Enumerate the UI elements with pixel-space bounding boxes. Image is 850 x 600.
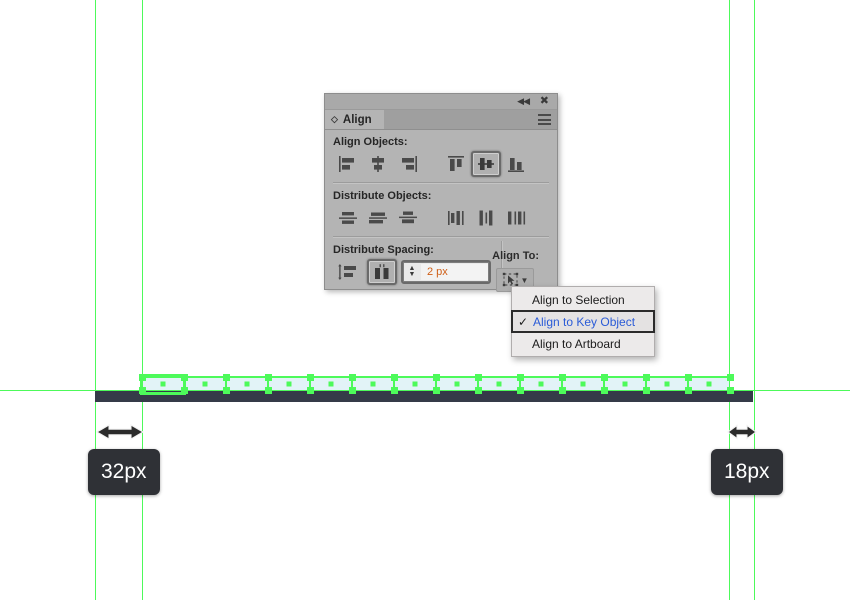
align-panel[interactable]: ◀◀ ✖ ◇ Align Align Objects: Distribute O…: [324, 93, 558, 292]
dropdown-item-label: Align to Selection: [532, 292, 625, 307]
artwork-rectangle[interactable]: [604, 377, 646, 391]
spacing-value-field[interactable]: ▲ ▼ 2 px: [403, 262, 489, 282]
anchor-point: [496, 381, 502, 387]
collapse-icon[interactable]: ◀◀: [517, 96, 530, 107]
anchor-point[interactable]: [349, 387, 356, 394]
anchor-point: [454, 381, 460, 387]
distribute-vertical-bottom-button[interactable]: [393, 205, 423, 231]
check-icon: ✓: [518, 314, 529, 329]
align-to-label: Align To:: [492, 250, 539, 262]
panel-divider: [333, 236, 549, 238]
double-arrow-icon: [95, 424, 145, 440]
artwork-rectangle[interactable]: [310, 377, 352, 391]
distribute-vertical-spacing-button[interactable]: [333, 259, 363, 285]
align-objects-buttons: [333, 151, 549, 177]
artwork-rectangle[interactable]: [394, 377, 436, 391]
anchor-point[interactable]: [643, 387, 650, 394]
artwork-rectangle[interactable]: [646, 377, 688, 391]
distribute-vertical-top-button[interactable]: [333, 205, 363, 231]
anchor-point: [664, 381, 670, 387]
anchor-point[interactable]: [223, 387, 230, 394]
dropdown-item-label: Align to Artboard: [532, 336, 621, 351]
illustrator-canvas: 32px 18px ◀◀ ✖ ◇ Align Align Objects: Di…: [0, 0, 850, 600]
anchor-point: [328, 381, 334, 387]
distribute-horizontal-left-button[interactable]: [441, 205, 471, 231]
artwork-rectangle[interactable]: [688, 377, 730, 391]
anchor-point: [202, 381, 208, 387]
close-icon[interactable]: ✖: [540, 96, 549, 107]
artwork-rectangle[interactable]: [268, 377, 310, 391]
anchor-point: [244, 381, 250, 387]
tab-align[interactable]: ◇ Align: [325, 110, 384, 129]
measurement-right: [726, 422, 758, 442]
anchor-point[interactable]: [685, 387, 692, 394]
align-to-dropdown-menu[interactable]: Align to Selection ✓ Align to Key Object Al…: [511, 286, 655, 357]
chevron-down-icon[interactable]: ▼: [521, 276, 529, 285]
anchor-point[interactable]: [475, 387, 482, 394]
spacing-value-field-outline: ▲ ▼ 2 px: [401, 260, 491, 284]
measurement-label-right: 18px: [711, 449, 783, 495]
align-left-button[interactable]: [333, 151, 363, 177]
panel-divider: [333, 182, 549, 184]
diamond-icon: ◇: [331, 114, 338, 124]
artwork-rectangle[interactable]: [478, 377, 520, 391]
distribute-vertical-center-button[interactable]: [363, 205, 393, 231]
anchor-point[interactable]: [307, 387, 314, 394]
artwork-rectangle[interactable]: [562, 377, 604, 391]
selection-bounds-line: [142, 376, 730, 377]
spacing-value-text: 2 px: [421, 264, 488, 280]
artwork-rectangle[interactable]: [352, 377, 394, 391]
distribute-horizontal-center-button[interactable]: [471, 205, 501, 231]
dropdown-item-label: Align to Key Object: [533, 314, 636, 329]
double-arrow-icon: [727, 424, 757, 440]
align-horizontal-center-button[interactable]: [363, 151, 393, 177]
anchor-point: [538, 381, 544, 387]
anchor-point[interactable]: [601, 387, 608, 394]
anchor-point: [370, 381, 376, 387]
distribute-horizontal-spacing-button[interactable]: [367, 259, 397, 285]
distribute-objects-buttons: [333, 205, 549, 231]
anchor-point[interactable]: [517, 387, 524, 394]
dropdown-item[interactable]: ✓ Align to Key Object: [511, 310, 655, 333]
artwork-rectangle[interactable]: [184, 377, 226, 391]
tab-align-label: Align: [342, 113, 372, 126]
panel-titlebar[interactable]: ◀◀ ✖: [325, 94, 557, 110]
measurement-label-left: 32px: [88, 449, 160, 495]
align-vertical-center-button[interactable]: [471, 151, 501, 177]
anchor-point[interactable]: [433, 387, 440, 394]
anchor-point[interactable]: [727, 387, 734, 394]
artwork-rectangle[interactable]: [226, 377, 268, 391]
panel-tab-row[interactable]: ◇ Align: [325, 110, 557, 130]
anchor-point: [622, 381, 628, 387]
align-bottom-button[interactable]: [501, 151, 531, 177]
hamburger-menu-icon[interactable]: [538, 114, 551, 125]
dropdown-item[interactable]: Align to Artboard: [512, 333, 654, 354]
stepper-arrows-icon[interactable]: ▲ ▼: [406, 265, 418, 278]
anchor-point: [706, 381, 712, 387]
anchor-point[interactable]: [265, 387, 272, 394]
artwork-rectangle[interactable]: [436, 377, 478, 391]
align-right-button[interactable]: [393, 151, 423, 177]
anchor-point[interactable]: [391, 387, 398, 394]
anchor-point: [580, 381, 586, 387]
measurement-left: [95, 422, 145, 442]
artwork-dark-bar[interactable]: [95, 391, 753, 402]
artwork-rectangle[interactable]: [520, 377, 562, 391]
artwork-layer: [0, 0, 850, 600]
anchor-point[interactable]: [559, 387, 566, 394]
distribute-horizontal-right-button[interactable]: [501, 205, 531, 231]
dropdown-item[interactable]: Align to Selection: [512, 289, 654, 310]
anchor-point: [286, 381, 292, 387]
key-object-highlight[interactable]: [140, 374, 186, 395]
panel-body: Align Objects: Distribute Objects: Distr…: [325, 130, 557, 292]
align-top-button[interactable]: [441, 151, 471, 177]
distribute-objects-label: Distribute Objects:: [333, 190, 432, 202]
anchor-point: [412, 381, 418, 387]
align-objects-label: Align Objects:: [333, 136, 408, 148]
